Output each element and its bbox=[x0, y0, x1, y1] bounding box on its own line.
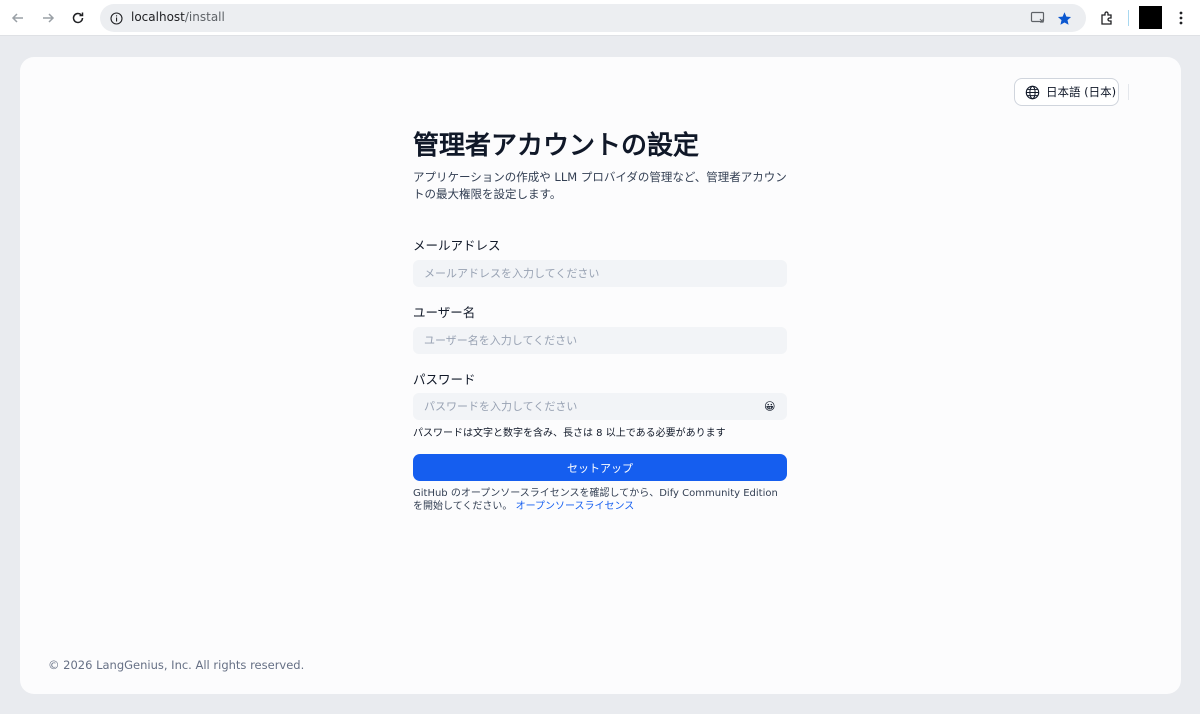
open-source-license-link[interactable]: オープンソースライセンス bbox=[516, 501, 635, 512]
profile-avatar[interactable] bbox=[1139, 6, 1162, 29]
url-host: localhost bbox=[131, 10, 185, 24]
kebab-menu-icon[interactable] bbox=[1172, 7, 1190, 29]
forward-arrow-icon[interactable] bbox=[37, 7, 59, 29]
star-icon[interactable] bbox=[1055, 9, 1073, 27]
password-hint: パスワードは文字と数字を含み、長さは 8 以上である必要があります bbox=[413, 428, 726, 439]
username-field[interactable] bbox=[413, 327, 787, 354]
browser-toolbar: localhost/install bbox=[0, 0, 1200, 36]
email-field[interactable] bbox=[413, 260, 787, 287]
footer-copyright: © 2026 LangGenius, Inc. All rights reser… bbox=[48, 658, 305, 672]
password-field-wrapper: 😀 bbox=[413, 393, 787, 420]
language-selector[interactable]: 日本語 (日本) bbox=[1014, 78, 1119, 106]
install-page: 日本語 (日本) 管理者アカウントの設定 アプリケーションの作成や LLM プロ… bbox=[20, 57, 1181, 694]
language-label: 日本語 (日本) bbox=[1046, 85, 1117, 99]
site-info-icon[interactable] bbox=[106, 8, 126, 28]
setup-button[interactable]: セットアップ bbox=[413, 454, 787, 481]
globe-icon bbox=[1025, 85, 1040, 100]
setup-form: 管理者アカウントの設定 アプリケーションの作成や LLM プロバイダの管理など、… bbox=[413, 127, 787, 512]
url-path: /install bbox=[184, 10, 225, 24]
header-divider bbox=[1128, 84, 1129, 100]
address-bar[interactable]: localhost/install bbox=[100, 4, 1086, 32]
page-description: アプリケーションの作成や LLM プロバイダの管理など、管理者アカウントの最大権… bbox=[413, 170, 787, 201]
extensions-icon[interactable] bbox=[1097, 7, 1117, 29]
password-label: パスワード bbox=[413, 372, 476, 387]
url-text: localhost/install bbox=[131, 10, 225, 24]
cast-icon[interactable] bbox=[1029, 9, 1047, 27]
password-field[interactable] bbox=[413, 393, 787, 420]
show-password-icon[interactable]: 😀 bbox=[764, 400, 777, 413]
license-notice: GitHub のオープンソースライセンスを確認してから、Dify Communi… bbox=[413, 487, 787, 513]
username-label: ユーザー名 bbox=[413, 305, 476, 320]
email-label: メールアドレス bbox=[413, 238, 501, 253]
back-arrow-icon[interactable] bbox=[7, 7, 29, 29]
page-title: 管理者アカウントの設定 bbox=[413, 131, 700, 161]
toolbar-divider bbox=[1128, 10, 1129, 26]
reload-icon[interactable] bbox=[67, 7, 89, 29]
